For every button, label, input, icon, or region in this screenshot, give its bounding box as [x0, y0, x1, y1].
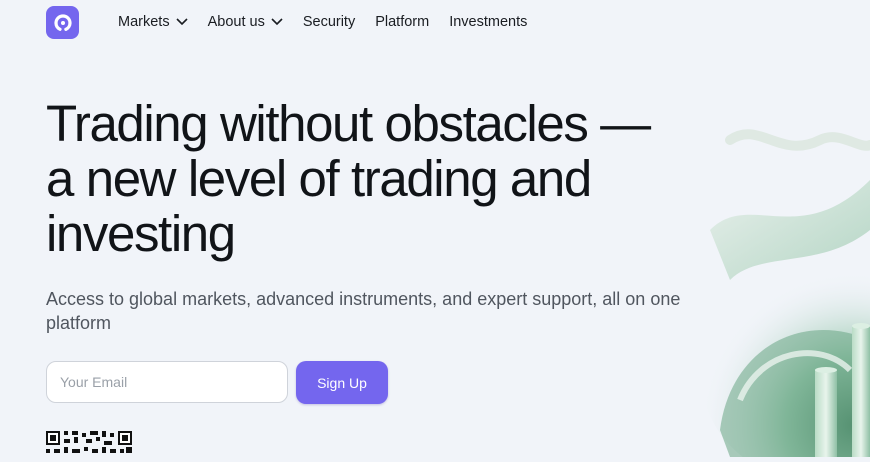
- top-navigation: Markets About us Security Platform Inves…: [0, 0, 870, 46]
- brand-logo-icon[interactable]: [46, 6, 79, 39]
- email-field[interactable]: [46, 361, 288, 403]
- qr-code-icon: [46, 431, 132, 457]
- hero-title-line-3: investing: [46, 205, 236, 262]
- nav-item-about-us[interactable]: About us: [208, 14, 283, 30]
- nav-item-label: Security: [302, 14, 356, 30]
- nav-item-label: Markets: [118, 14, 170, 30]
- sign-up-button[interactable]: Sign Up: [296, 361, 388, 404]
- nav-item-investments[interactable]: Investments: [449, 14, 527, 30]
- hero-title-line-2: a new level of trading and: [46, 150, 592, 207]
- hero-title-line-1: Trading without obstacles —: [46, 95, 651, 152]
- chevron-down-icon: [176, 18, 188, 26]
- nav-item-label: Platform: [375, 14, 430, 30]
- chevron-down-icon: [271, 18, 283, 26]
- nav-item-platform[interactable]: Platform: [375, 14, 429, 30]
- hero-decorative-art: [690, 100, 870, 462]
- hero-subtitle: Access to global markets, advanced instr…: [46, 289, 681, 333]
- nav-item-security[interactable]: Security: [303, 14, 355, 30]
- nav-item-label: Investments: [449, 14, 528, 30]
- nav-item-label: About us: [207, 14, 265, 30]
- nav-links: Markets About us Security Platform Inves…: [118, 14, 547, 30]
- hero-title: Trading without obstacles — a new level o…: [46, 96, 686, 261]
- nav-item-markets[interactable]: Markets: [118, 14, 188, 30]
